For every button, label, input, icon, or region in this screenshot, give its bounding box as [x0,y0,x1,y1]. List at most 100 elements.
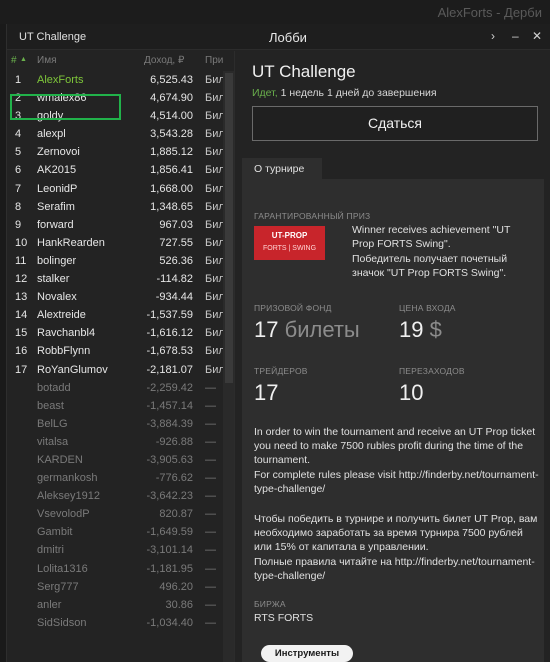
table-row[interactable]: SidSidson -1,034.40 — [7,614,223,632]
row-income: 496.20 [159,580,193,593]
tournament-title: UT Challenge [252,62,356,81]
reentries-label: ПЕРЕЗАХОДОВ [399,366,465,376]
sort-asc-icon[interactable]: ▲ [20,56,27,63]
table-row[interactable]: 13 Novalex -934.44 Бил [7,288,225,306]
table-row[interactable]: 10 HankRearden 727.55 Бил [7,234,225,252]
table-row[interactable]: 15 Ravchanbl4 -1,616.12 Бил [7,324,225,342]
row-name: vitalsa [37,435,69,448]
row-name: Ravchanbl4 [37,327,96,340]
row-prize: Бил [205,110,225,123]
row-prize: Бил [205,182,225,195]
row-rank: 16 [15,345,28,358]
row-income: -114.82 [156,273,194,286]
table-row[interactable]: Aleksey1912 -3,642.23 — [7,487,223,505]
row-income: -3,642.23 [146,490,193,503]
row-income: 727.55 [159,236,193,249]
row-prize: — [205,526,216,539]
col-income-header[interactable]: Доход, ₽ [144,55,184,66]
tab-about-tournament[interactable]: О турнире [242,158,322,179]
reentries-value: 10 [399,380,424,405]
table-row[interactable]: KARDEN -3,905.63 — [7,451,223,469]
window-titlebar[interactable]: UT Challenge Лобби › – ✕ [7,24,550,50]
row-prize: — [205,417,216,430]
row-name: alexpl [37,128,66,141]
row-income: -2,181.07 [146,363,193,376]
prize-text-en: Winner receives achievement "UT Prop FOR… [352,224,511,251]
instruments-button[interactable]: Инструменты [261,645,353,662]
table-row[interactable]: botadd -2,259.42 — [7,379,223,397]
row-prize: — [205,562,216,575]
tournament-details-panel: UT Challenge Идет, 1 недель 1 дней до за… [236,51,550,662]
row-prize: Бил [205,345,225,358]
table-row[interactable]: 6 AK2015 1,856.41 Бил [7,161,225,179]
row-name: dmitri [37,544,64,557]
table-row[interactable]: 9 forward 967.03 Бил [7,216,225,234]
row-name: VsevolodP [37,508,90,521]
row-income: -776.62 [155,472,193,485]
exchange-label: БИРЖА [254,599,286,609]
table-row[interactable]: 1 AlexForts 6,525.43 Бил [7,71,225,89]
table-row[interactable]: Serg777 496.20 — [7,578,223,596]
table-row[interactable]: 7 LeonidP 1,668.00 Бил [7,180,225,198]
row-prize: — [205,381,216,394]
description-ru: Чтобы победить в турнире и получить биле… [254,513,538,554]
row-name: AK2015 [37,164,77,177]
table-row[interactable]: 16 RobbFlynn -1,678.53 Бил [7,342,225,360]
row-name: RoYanGlumov [37,363,108,376]
guaranteed-prize-label: ГАРАНТИРОВАННЫЙ ПРИЗ [254,211,371,221]
table-row[interactable]: VsevolodP 820.87 — [7,505,223,523]
table-row[interactable]: anler 30.86 — [7,596,223,614]
table-row[interactable]: 8 Serafim 1,348.65 Бил [7,198,225,216]
table-row[interactable]: germankosh -776.62 — [7,469,223,487]
row-income: 3,543.28 [150,128,193,141]
row-rank: 6 [15,164,22,177]
prize-fund-unit: билеты [284,317,360,342]
table-row[interactable]: beast -1,457.14 — [7,397,223,415]
row-income: -1,649.59 [146,526,193,539]
surrender-button[interactable]: Сдаться [252,106,538,141]
row-prize: — [205,616,216,629]
about-tournament-content: ГАРАНТИРОВАННЫЙ ПРИЗ UT-PROP FORTS | SWI… [242,179,544,662]
table-row[interactable]: vitalsa -926.88 — [7,433,223,451]
col-name-header[interactable]: Имя [37,55,56,66]
row-income: 30.86 [165,598,193,611]
col-rank-header[interactable]: # [11,55,17,66]
row-income: 820.87 [159,508,193,521]
row-prize: Бил [205,218,225,231]
row-income: 6,525.43 [150,74,193,86]
table-row[interactable]: 4 alexpl 3,543.28 Бил [7,125,225,143]
row-income: -1,457.14 [146,399,193,412]
chevron-right-icon[interactable]: › [491,29,495,43]
row-prize: Бил [205,363,225,376]
row-name: Aleksey1912 [37,490,100,503]
row-name: Serg777 [37,580,79,593]
leaderboard-scrollbar[interactable] [223,71,234,662]
row-income: 1,668.00 [150,182,193,195]
window-title: Лобби [269,30,307,45]
table-row[interactable]: 11 bolinger 526.36 Бил [7,252,225,270]
table-row[interactable]: dmitri -3,101.14 — [7,541,223,559]
table-row[interactable]: Gambit -1,649.59 — [7,523,223,541]
table-row[interactable]: 12 stalker -114.82 Бил [7,270,225,288]
row-prize: Бил [205,327,225,340]
row-name: LeonidP [37,182,78,195]
table-row[interactable]: 17 RoYanGlumov -2,181.07 Бил [7,361,225,379]
table-row[interactable]: 14 Alextreide -1,537.59 Бил [7,306,225,324]
status-remaining: 1 недель 1 дней до завершения [277,87,437,99]
table-row[interactable]: BelLG -3,884.39 — [7,415,223,433]
row-income: 1,885.12 [150,146,193,159]
row-prize: — [205,453,216,466]
row-name: RobbFlynn [37,345,91,358]
leaderboard-rows: 1 AlexForts 6,525.43 Бил 2 wmalex86 4,674.90 Би… [7,71,225,632]
table-row[interactable]: Lolita1316 -1,181.95 — [7,560,223,578]
row-name: Novalex [37,291,77,304]
row-name: forward [37,218,74,231]
col-prize-header[interactable]: При [205,55,223,66]
table-row[interactable]: 5 Zernovoi 1,885.12 Бил [7,143,225,161]
scrollbar-thumb[interactable] [225,73,233,383]
row-name: Lolita1316 [37,562,88,575]
minimize-icon[interactable]: – [512,29,519,43]
row-rank: 10 [15,236,28,249]
close-icon[interactable]: ✕ [532,29,542,43]
row-prize: — [205,598,216,611]
